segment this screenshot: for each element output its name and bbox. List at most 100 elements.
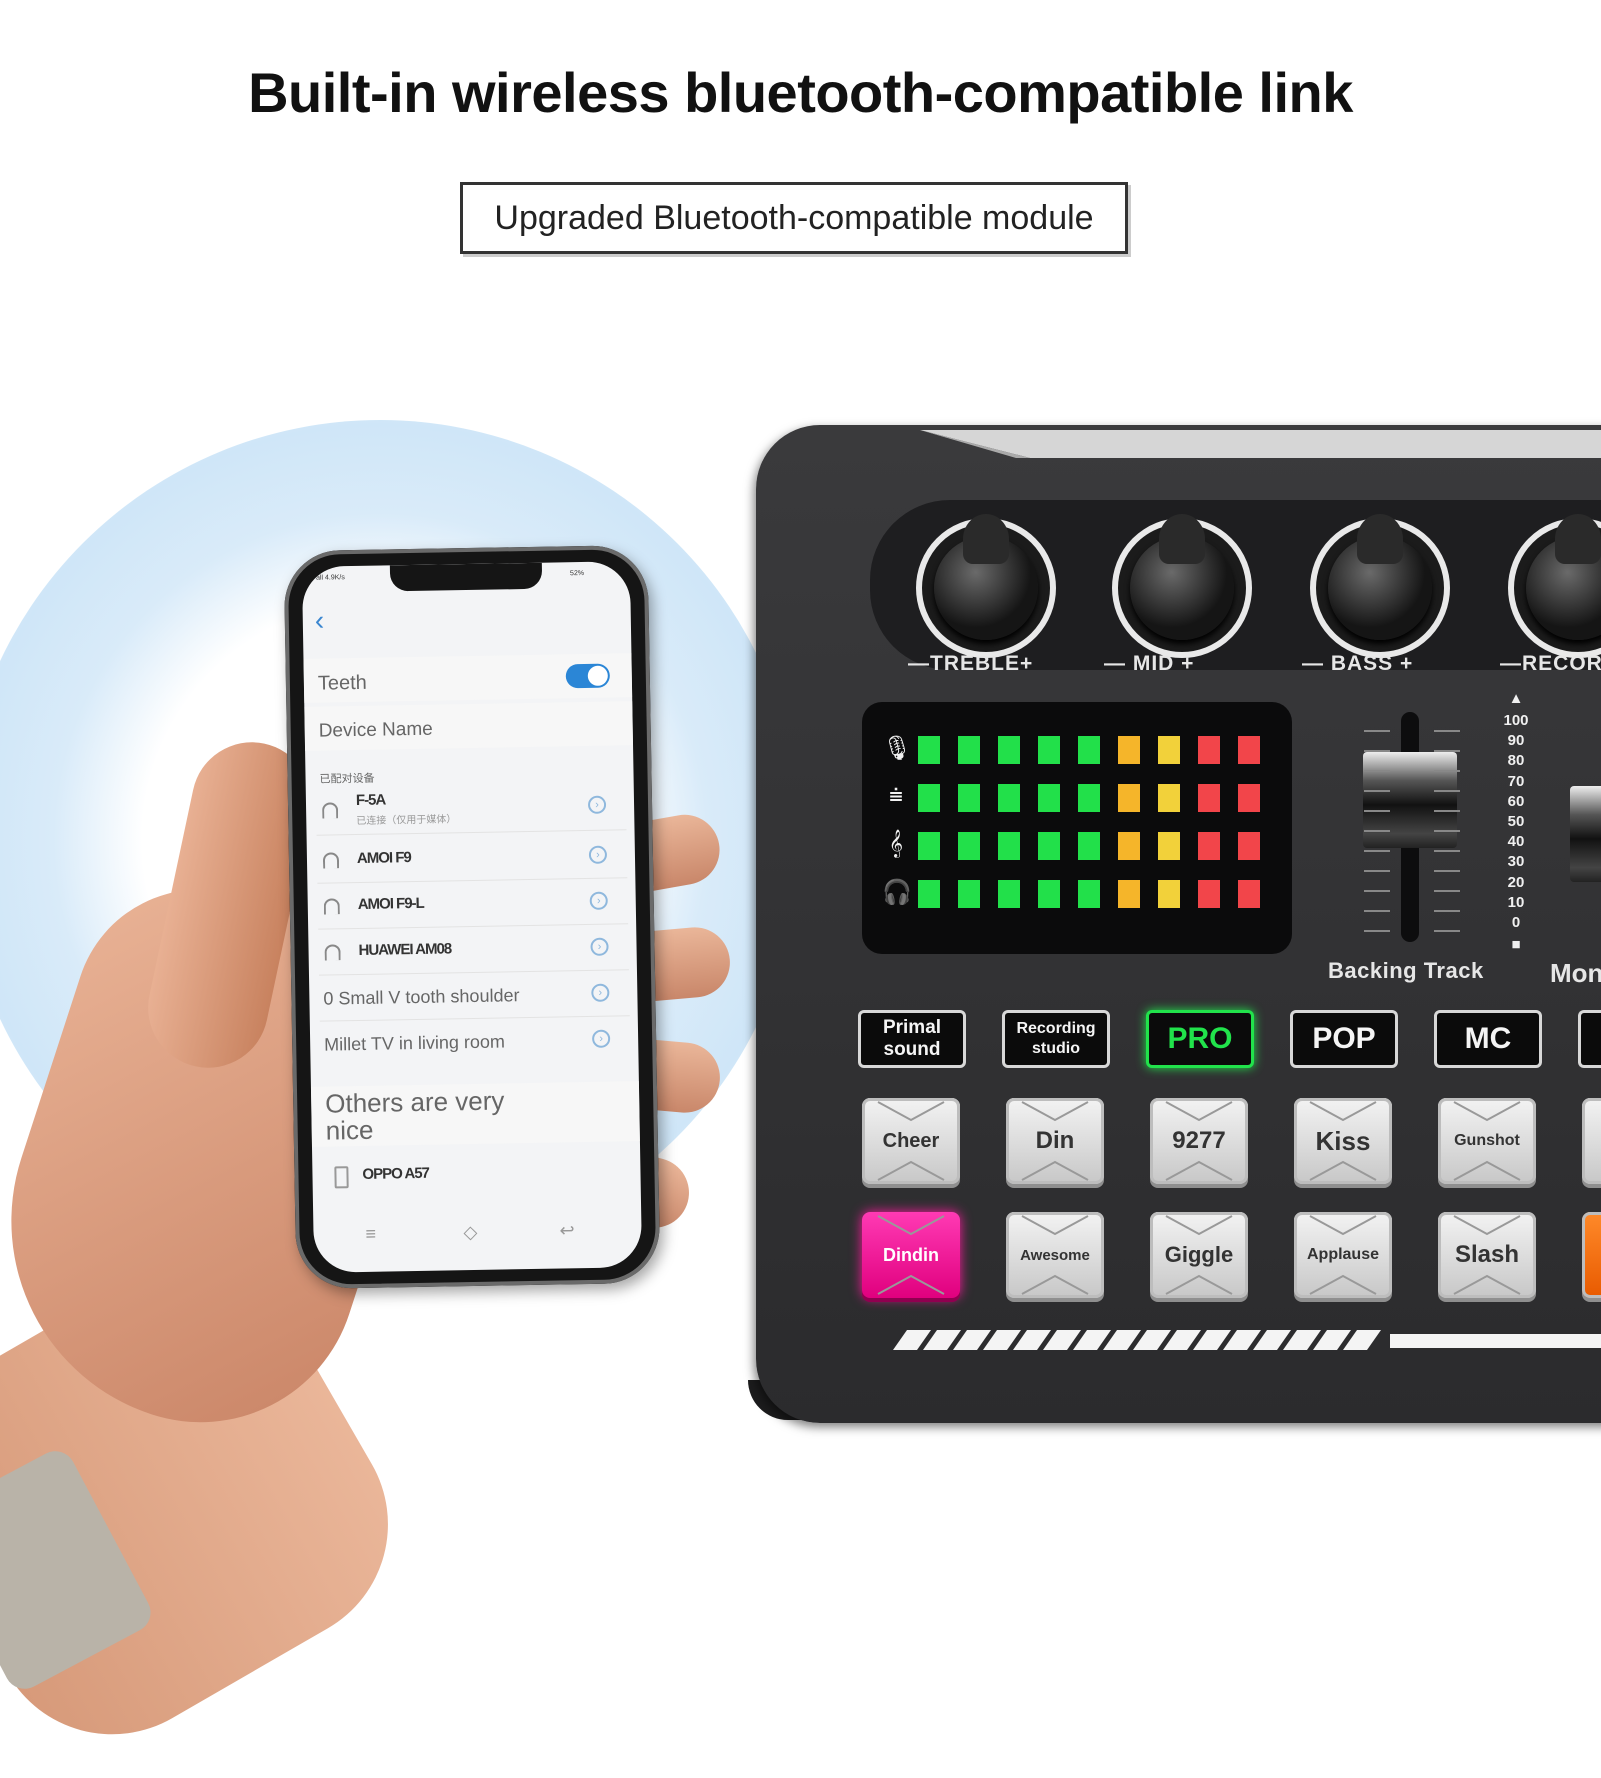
pad-chevron-lines (1309, 1101, 1377, 1181)
mode-button-mc[interactable]: MC (1434, 1010, 1542, 1068)
list-item[interactable]: OPPO A57 (312, 1151, 641, 1197)
info-icon[interactable]: › (588, 845, 608, 864)
fader-tick (1434, 850, 1460, 852)
meter-segment (1198, 880, 1220, 908)
headphones-icon (322, 852, 340, 869)
fader-tick (1434, 790, 1460, 792)
meter-segment (1238, 736, 1260, 764)
device-name: AMOI F9-L (357, 894, 424, 913)
subtitle-box: Upgraded Bluetooth-compatible module (460, 182, 1128, 254)
pad-partial[interactable] (1582, 1098, 1601, 1184)
list-item[interactable]: Millet TV in living room › (310, 1017, 639, 1067)
knob-label: — BASS + (1302, 652, 1414, 675)
info-icon[interactable]: › (591, 1029, 611, 1048)
meter-segment (1118, 880, 1140, 908)
meter-segment (998, 880, 1020, 908)
fader-knob[interactable] (1570, 785, 1601, 882)
mode-button-partial[interactable] (1578, 1010, 1601, 1068)
home-icon[interactable]: ◇ (463, 1222, 477, 1243)
pad-din[interactable]: Din (1006, 1098, 1104, 1184)
phone-icon (334, 1166, 349, 1189)
meter-segment (958, 832, 980, 860)
mode-button-pro[interactable]: PRO (1146, 1010, 1254, 1068)
fader-tick (1434, 750, 1460, 752)
menu-icon[interactable]: ≡ (365, 1224, 376, 1245)
fader-bottom-marker: ■ (1511, 936, 1521, 953)
backing-track-fader[interactable] (1363, 712, 1457, 942)
knob-pointer (963, 514, 1009, 564)
pad-slash[interactable]: Slash (1438, 1212, 1536, 1298)
list-item[interactable]: 0 Small V tooth shoulder › (309, 971, 638, 1021)
fader-tick (1434, 870, 1460, 872)
pad-dindin[interactable]: Dindin (862, 1212, 960, 1298)
fader-tick (1364, 890, 1390, 892)
fader-scale-label: 20 (1507, 873, 1525, 891)
meter-segment (958, 784, 980, 812)
pad-awesome[interactable]: Awesome (1006, 1212, 1104, 1298)
bluetooth-toggle[interactable] (565, 663, 611, 689)
device-name: 0 Small V tooth shoulder (323, 985, 520, 1009)
knob[interactable] (934, 514, 1038, 640)
fader-tick (1364, 910, 1390, 912)
device-name: F-5A (355, 791, 386, 810)
fader-tick (1434, 730, 1460, 732)
mode-button-primal-sound[interactable]: Primal sound (858, 1010, 966, 1068)
pad-giggle[interactable]: Giggle (1150, 1212, 1248, 1298)
list-item[interactable]: AMOI F9-L › (307, 879, 636, 929)
pad-chevron-lines (877, 1101, 945, 1181)
bluetooth-toggle-row[interactable]: Teeth (303, 653, 633, 703)
meter-segment (1158, 832, 1180, 860)
fader-scale-label: 90 (1507, 732, 1525, 750)
pad-applause[interactable]: Applause (1294, 1212, 1392, 1298)
fader-knob[interactable] (1363, 752, 1457, 849)
info-icon[interactable]: › (587, 795, 607, 814)
info-icon[interactable]: › (591, 983, 610, 1002)
knob-ring (1112, 514, 1252, 658)
fader-scale-label: 100 (1503, 712, 1529, 729)
knob-ring (916, 514, 1056, 658)
knob[interactable] (1130, 514, 1234, 640)
phone-notch (389, 562, 543, 592)
info-icon[interactable]: › (589, 891, 608, 910)
fader-tick (1434, 810, 1460, 812)
meter-segment (1238, 880, 1260, 908)
device-name: Millet TV in living room (324, 1031, 506, 1055)
headphones-icon (321, 802, 339, 819)
monitor-fader[interactable] (1570, 712, 1601, 942)
knob[interactable] (1526, 514, 1601, 640)
fader-tick (1434, 930, 1460, 932)
pad-9277[interactable]: 9277 (1150, 1098, 1248, 1184)
knob-pointer (1159, 514, 1205, 564)
pad-orange-partial[interactable] (1582, 1212, 1601, 1298)
back-nav-icon[interactable]: ↩ (559, 1220, 574, 1241)
mode-button-pop[interactable]: POP (1290, 1010, 1398, 1068)
fader-scale-label: 70 (1507, 772, 1525, 790)
list-item[interactable]: F-5A 已连接（仅用于媒体） › (306, 783, 635, 833)
back-icon[interactable]: ‹ (315, 605, 325, 637)
pad-chevron-lines (877, 1215, 945, 1295)
meter-segment (918, 736, 940, 764)
fader-tick (1364, 790, 1390, 792)
meter-segment (1078, 880, 1100, 908)
meter-segment (1158, 784, 1180, 812)
meter-segment (1198, 832, 1220, 860)
pad-gunshot[interactable]: Gunshot (1438, 1098, 1536, 1184)
fader-tick (1364, 930, 1390, 932)
meter-segment (1158, 736, 1180, 764)
list-item[interactable]: HUAWEI AM08 › (308, 925, 637, 975)
meter-segment (918, 832, 940, 860)
mode-button-recording-studio[interactable]: Recording studio (1002, 1010, 1110, 1068)
meter-segment (1118, 784, 1140, 812)
treble-clef-icon: 𝄞 (888, 830, 904, 857)
pad-cheer[interactable]: Cheer (862, 1098, 960, 1184)
device-name-row[interactable]: Device Name (304, 701, 634, 751)
info-icon[interactable]: › (590, 937, 609, 956)
pad-kiss[interactable]: Kiss (1294, 1098, 1392, 1184)
list-item[interactable]: AMOI F9 › (307, 833, 636, 883)
backing-track-label: Backing Track (1328, 958, 1484, 983)
knob[interactable] (1328, 514, 1432, 640)
fader-tick (1434, 830, 1460, 832)
meter-segment (1078, 832, 1100, 860)
others-header: Others are very nice (310, 1081, 640, 1147)
fader-tick (1364, 730, 1390, 732)
